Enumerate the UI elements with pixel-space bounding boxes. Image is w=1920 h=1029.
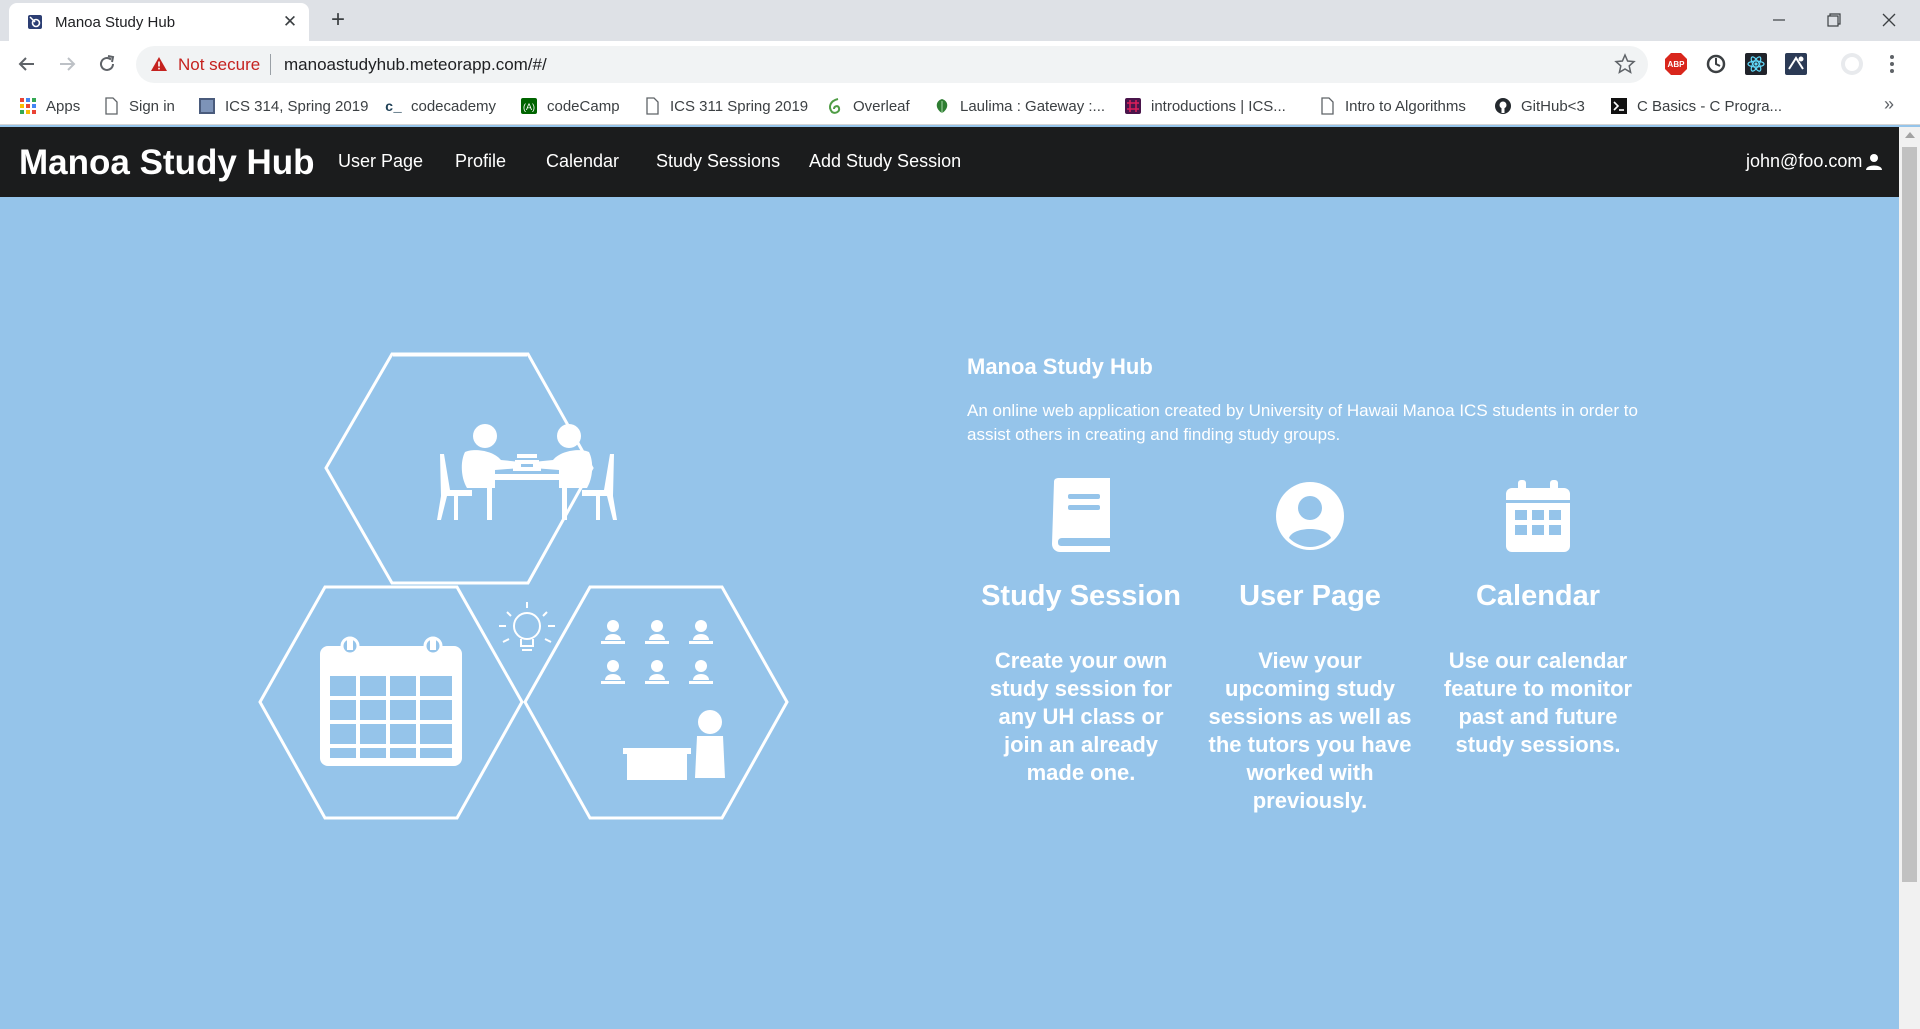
terminal-icon	[1611, 98, 1627, 114]
bookmark-label: Overleaf	[853, 97, 910, 115]
slack-icon	[1125, 98, 1141, 114]
browser-tabstrip: Manoa Study Hub ✕ +	[0, 0, 1920, 41]
bookmark-label: GitHub<3	[1521, 97, 1585, 115]
bookmark-label: codeCamp	[547, 97, 620, 115]
nav-add-study-session[interactable]: Add Study Session	[809, 151, 961, 172]
bookmark-ics311[interactable]: ICS 311 Spring 2019	[643, 95, 808, 117]
feature-description: View your upcoming study sessions as wel…	[1208, 648, 1412, 813]
url-separator	[270, 54, 271, 75]
bookmark-label: C Basics - C Progra...	[1637, 97, 1783, 115]
feature-title: User Page	[1239, 580, 1381, 612]
github-icon	[1495, 98, 1511, 114]
scroll-thumb[interactable]	[1902, 147, 1917, 882]
svg-text:c_: c_	[385, 100, 402, 115]
bookmark-label: Sign in	[129, 97, 175, 115]
bookmark-c-basics[interactable]: C Basics - C Progra...	[1610, 95, 1782, 117]
user-circle-icon	[1276, 482, 1344, 550]
profile-icon[interactable]	[1840, 52, 1864, 76]
react-devtools-icon[interactable]	[1744, 52, 1768, 76]
nav-user-page[interactable]: User Page	[338, 151, 423, 172]
bookmark-label: codecademy	[411, 97, 497, 115]
study-hexagons-illustration	[258, 352, 789, 820]
feature-user-page: User Page View your upcoming study sessi…	[1206, 478, 1414, 815]
svg-text:(A): (A)	[523, 102, 535, 112]
feature-description: Use our calendar feature to monitor past…	[1443, 648, 1633, 757]
sync-icon[interactable]	[1704, 52, 1728, 76]
reload-icon[interactable]	[94, 51, 120, 77]
codecamp-icon: (A)	[521, 98, 537, 114]
new-tab-icon[interactable]: +	[326, 8, 350, 32]
address-bar[interactable]: Not secure manoastudyhub.meteorapp.com/#…	[136, 46, 1648, 83]
bookmark-ics314[interactable]: ICS 314, Spring 2019	[198, 95, 368, 117]
laulima-leaf-icon	[936, 99, 948, 113]
bookmark-star-icon[interactable]	[1614, 53, 1636, 75]
bookmark-label: Apps	[46, 97, 81, 115]
about-title: Manoa Study Hub	[967, 354, 1153, 379]
bookmark-label: Intro to Algorithms	[1345, 97, 1466, 115]
security-label[interactable]: Not secure	[178, 55, 260, 75]
feature-calendar: Calendar Use our calendar feature to mon…	[1434, 478, 1642, 759]
bookmarks-overflow-icon[interactable]: »	[1884, 94, 1894, 115]
extension-icon[interactable]	[1784, 52, 1808, 76]
url-text[interactable]: manoastudyhub.meteorapp.com/#/	[284, 55, 547, 75]
site-navbar: Manoa Study Hub User Page Profile Calend…	[0, 127, 1899, 197]
restore-icon[interactable]	[1821, 7, 1847, 33]
about-description: An online web application created by Uni…	[967, 401, 1638, 444]
browser-toolbar: Not secure manoastudyhub.meteorapp.com/#…	[0, 41, 1920, 88]
bookmark-overleaf[interactable]: Overleaf	[826, 95, 910, 117]
tab-title: Manoa Study Hub	[55, 14, 176, 31]
site-icon	[199, 98, 215, 114]
apps-grid-icon	[20, 98, 36, 114]
user-icon	[1866, 153, 1883, 170]
bookmark-introductions[interactable]: introductions | ICS...	[1124, 95, 1286, 117]
feature-title: Study Session	[981, 580, 1181, 612]
bookmark-label: introductions | ICS...	[1151, 97, 1286, 115]
brand-logo[interactable]: Manoa Study Hub	[19, 143, 315, 183]
user-email: john@foo.com	[1746, 151, 1863, 171]
codecademy-icon: c_	[385, 100, 402, 115]
bookmark-label: ICS 311 Spring 2019	[670, 97, 809, 115]
bookmark-codecademy[interactable]: c_ codecademy	[384, 95, 496, 117]
bookmark-label: ICS 314, Spring 2019	[225, 97, 369, 115]
user-menu[interactable]: john@foo.com	[1746, 151, 1883, 172]
tab-close-icon[interactable]: ✕	[281, 13, 299, 31]
feature-title: Calendar	[1475, 580, 1601, 612]
meteor-favicon-icon	[28, 15, 42, 29]
svg-text:ABP: ABP	[1668, 60, 1686, 69]
back-icon[interactable]	[14, 51, 40, 77]
page-icon	[105, 97, 118, 115]
nav-study-sessions[interactable]: Study Sessions	[656, 151, 780, 172]
feature-study-session: Study Session Create your own study sess…	[977, 478, 1185, 787]
forward-icon[interactable]	[54, 51, 80, 77]
page-scrollbar[interactable]	[1899, 127, 1920, 1029]
menu-icon[interactable]	[1880, 52, 1904, 76]
browser-tab[interactable]: Manoa Study Hub ✕	[9, 3, 309, 41]
page-icon	[646, 97, 659, 115]
feature-description: Create your own study session for any UH…	[989, 648, 1173, 785]
bookmark-label: Laulima : Gateway :...	[960, 97, 1106, 115]
bookmarks-bar: Apps Sign in ICS 314, Spring 2019 c_ cod…	[0, 88, 1920, 125]
page-icon	[1321, 97, 1334, 115]
bookmark-algorithms[interactable]: Intro to Algorithms	[1318, 95, 1466, 117]
book-icon	[1052, 478, 1110, 552]
overleaf-icon	[829, 98, 841, 114]
bookmark-apps[interactable]: Apps	[19, 95, 80, 117]
calendar-icon	[1506, 480, 1570, 552]
bookmark-github[interactable]: GitHub<3	[1494, 95, 1585, 117]
bookmark-codecamp[interactable]: (A) codeCamp	[520, 95, 620, 117]
bookmark-laulima[interactable]: Laulima : Gateway :...	[933, 95, 1105, 117]
adblock-icon[interactable]: ABP	[1664, 52, 1688, 76]
warning-icon	[151, 57, 167, 71]
minimize-icon[interactable]	[1766, 7, 1792, 33]
close-window-icon[interactable]	[1876, 7, 1902, 33]
nav-calendar[interactable]: Calendar	[546, 151, 619, 172]
scroll-up-arrow-icon[interactable]	[1905, 132, 1915, 138]
nav-profile[interactable]: Profile	[455, 151, 506, 172]
bookmark-sign-in[interactable]: Sign in	[102, 95, 175, 117]
